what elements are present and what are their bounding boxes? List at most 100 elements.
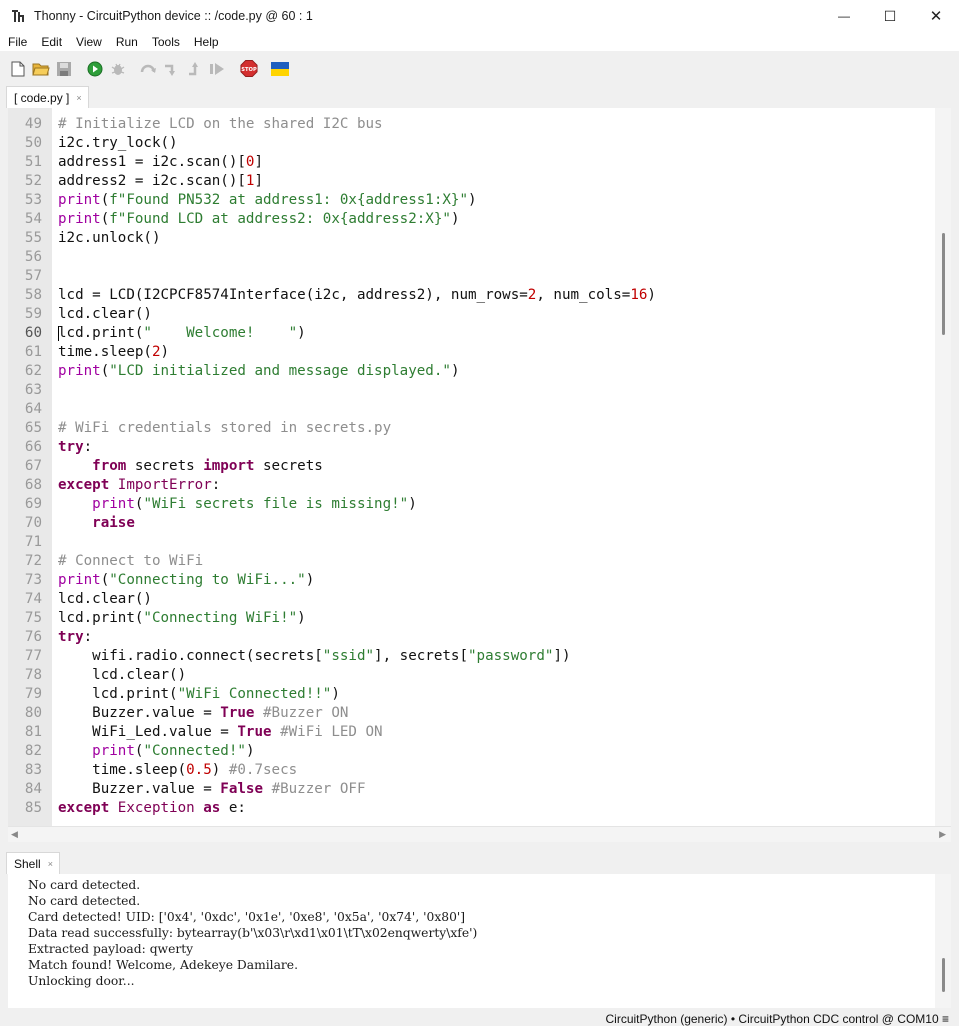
code-line[interactable]: 77 wifi.radio.connect(secrets["ssid"], s… [8, 647, 656, 666]
scroll-left-icon[interactable]: ◀ [11, 829, 18, 840]
code-token: lcd.print( [58, 325, 144, 341]
editor-scroll-thumb[interactable] [942, 233, 945, 335]
code-line[interactable]: 56 [8, 248, 656, 267]
line-number: 54 [24, 211, 42, 227]
code-line[interactable]: 84 Buzzer.value = False #Buzzer OFF [8, 780, 656, 799]
line-number: 75 [24, 610, 42, 626]
interpreter-status[interactable]: CircuitPython (generic) • CircuitPython … [606, 1012, 950, 1026]
line-code: print("Connecting to WiFi...") [52, 571, 314, 590]
code-line[interactable]: 75 lcd.print("Connecting WiFi!") [8, 609, 656, 628]
code-line[interactable]: 73 print("Connecting to WiFi...") [8, 571, 656, 590]
code-token: except [58, 477, 110, 493]
code-line[interactable]: 82 print("Connected!") [8, 742, 656, 761]
debug-button[interactable] [109, 60, 127, 78]
menu-file[interactable]: File [0, 35, 33, 49]
code-token: raise [92, 515, 135, 531]
tab-shell[interactable]: Shell × [6, 852, 60, 874]
code-line[interactable]: 61 time.sleep(2) [8, 343, 656, 362]
code-line[interactable]: 60 lcd.print(" Welcome! ") [8, 324, 656, 343]
code-line[interactable]: 79 lcd.print("WiFi Connected!!") [8, 685, 656, 704]
code-line[interactable]: 50 i2c.try_lock() [8, 134, 656, 153]
code-token: ) [305, 572, 315, 588]
step-into-button[interactable] [163, 60, 181, 78]
new-file-button[interactable] [9, 60, 27, 78]
line-number: 49 [24, 116, 42, 132]
menu-edit[interactable]: Edit [33, 35, 68, 49]
code-token: except [58, 800, 110, 816]
editor-vertical-scrollbar[interactable] [935, 108, 951, 826]
ukraine-flag-button[interactable] [271, 60, 289, 78]
code-line[interactable]: 49 # Initialize LCD on the shared I2C bus [8, 115, 656, 134]
menu-help[interactable]: Help [186, 35, 225, 49]
code-line[interactable]: 51 address1 = i2c.scan()[0] [8, 153, 656, 172]
code-token: ) [211, 762, 229, 778]
code-token: try [58, 629, 84, 645]
code-token: print [92, 743, 135, 759]
line-code: from secrets import secrets [52, 457, 323, 476]
code-line[interactable]: 67 from secrets import secrets [8, 457, 656, 476]
code-line[interactable]: 62 print("LCD initialized and message dis… [8, 362, 656, 381]
menu-tools[interactable]: Tools [144, 35, 186, 49]
shell-tab-close-icon[interactable]: × [48, 859, 53, 869]
code-token: # WiFi credentials stored in secrets.py [58, 420, 392, 436]
run-button[interactable] [86, 60, 104, 78]
line-code: i2c.unlock() [52, 229, 161, 248]
line-number: 74 [24, 591, 42, 607]
stop-button[interactable]: STOP [240, 59, 258, 78]
editor-horizontal-scrollbar[interactable]: ◀ ▶ [8, 826, 951, 842]
close-window-button[interactable]: ✕ [913, 0, 959, 32]
code-line[interactable]: 59 lcd.clear() [8, 305, 656, 324]
code-line[interactable]: 71 [8, 533, 656, 552]
code-line[interactable]: 76 try: [8, 628, 656, 647]
step-out-button[interactable] [186, 60, 204, 78]
code-line[interactable]: 81 WiFi_Led.value = True #WiFi LED ON [8, 723, 656, 742]
shell-line: No card detected. [28, 894, 141, 908]
tab-close-icon[interactable]: × [76, 93, 81, 103]
shell-vertical-scrollbar[interactable] [935, 874, 951, 1008]
code-line[interactable]: 69 print("WiFi secrets file is missing!"… [8, 495, 656, 514]
code-line[interactable]: 63 [8, 381, 656, 400]
code-token: "Connecting to WiFi..." [109, 572, 306, 588]
code-line[interactable]: 57 [8, 267, 656, 286]
shell-panel[interactable]: No card detected. No card detected. Card d… [8, 874, 951, 1008]
code-line[interactable]: 68 except ImportError: [8, 476, 656, 495]
code-line[interactable]: 74 lcd.clear() [8, 590, 656, 609]
code-line[interactable]: 58 lcd = LCD(I2CPCF8574Interface(i2c, add… [8, 286, 656, 305]
line-code: # Connect to WiFi [52, 552, 203, 571]
code-token: lcd.print( [58, 686, 178, 702]
code-token: i2c.unlock() [58, 230, 161, 246]
code-token: time.sleep( [58, 762, 187, 778]
resume-button[interactable] [209, 60, 227, 78]
open-file-button[interactable] [32, 60, 50, 78]
step-over-button[interactable] [140, 60, 158, 78]
code-line[interactable]: 78 lcd.clear() [8, 666, 656, 685]
shell-line: Extracted payload: qwerty [28, 942, 194, 956]
code-token: try [58, 439, 84, 455]
code-line[interactable]: 64 [8, 400, 656, 419]
code-token: ]) [553, 648, 571, 664]
resume-icon [210, 62, 224, 75]
code-line[interactable]: 55 i2c.unlock() [8, 229, 656, 248]
code-line[interactable]: 80 Buzzer.value = True #Buzzer ON [8, 704, 656, 723]
code-line[interactable]: 52 address2 = i2c.scan()[1] [8, 172, 656, 191]
maximize-button[interactable]: ☐ [867, 0, 913, 32]
code-line[interactable]: 83 time.sleep(0.5) #0.7secs [8, 761, 656, 780]
code-line[interactable]: 85 except Exception as e: [8, 799, 656, 818]
code-line[interactable]: 65 # WiFi credentials stored in secrets.p… [8, 419, 656, 438]
scroll-right-icon[interactable]: ▶ [939, 829, 946, 840]
code-line[interactable]: 54 print(f"Found LCD at address2: 0x{addr… [8, 210, 656, 229]
save-file-button[interactable] [55, 60, 73, 78]
line-code: lcd.print("WiFi Connected!!") [52, 685, 340, 704]
code-line[interactable]: 72 # Connect to WiFi [8, 552, 656, 571]
shell-scroll-thumb[interactable] [942, 958, 945, 992]
menu-run[interactable]: Run [108, 35, 144, 49]
menu-view[interactable]: View [68, 35, 108, 49]
tab-code-py[interactable]: [ code.py ] × [6, 86, 89, 108]
code-editor[interactable]: 49 # Initialize LCD on the shared I2C bus… [8, 108, 951, 826]
code-line[interactable]: 70 raise [8, 514, 656, 533]
minimize-button[interactable]: — [821, 0, 867, 32]
code-line[interactable]: 66 try: [8, 438, 656, 457]
code-line[interactable]: 53 print(f"Found PN532 at address1: 0x{ad… [8, 191, 656, 210]
code-token: "Connecting WiFi!" [143, 610, 298, 626]
